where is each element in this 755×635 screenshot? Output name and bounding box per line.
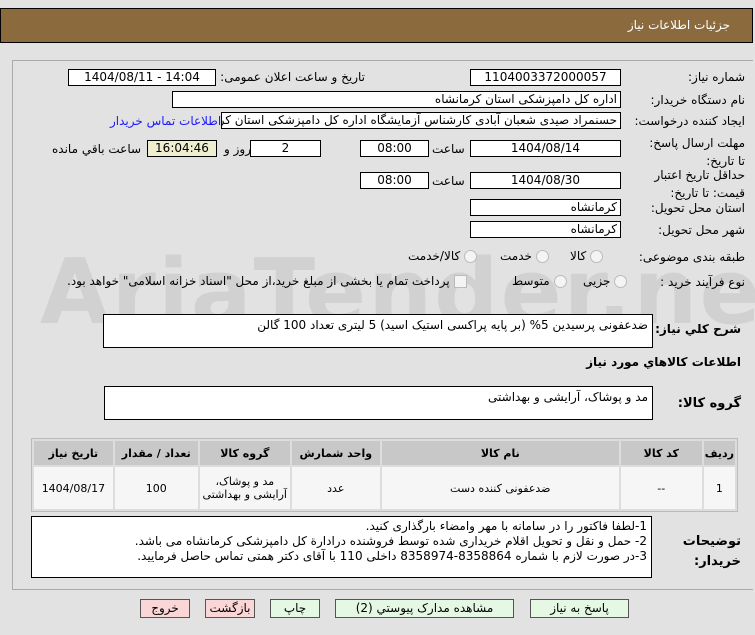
creator-label: ایجاد کننده درخواست:	[634, 114, 745, 128]
page-header: جزئیات اطلاعات نیاز	[0, 8, 753, 43]
validity-time-label: ساعت	[432, 174, 465, 188]
category-label: طبقه بندی موضوعی:	[638, 250, 745, 264]
cell-unit: عدد	[291, 467, 380, 509]
back-button[interactable]: بازگشت	[205, 599, 255, 618]
process-label: نوع فرآیند خرید :	[660, 275, 745, 289]
cell-qty: 100	[114, 467, 198, 509]
creator-field: حسنمراد صیدی شعبان آبادی کارشناس آزمایشگ…	[221, 112, 621, 129]
announce-label: تاریخ و ساعت اعلان عمومی:	[220, 70, 365, 84]
col-code: کد کالا	[620, 441, 702, 465]
radio-icon[interactable]	[535, 250, 549, 263]
notes-line: 3-در صورت لازم با شماره 8358864-8358974 …	[137, 549, 647, 563]
validity-date-field: 1404/08/30	[470, 172, 621, 189]
goods-group-label: گروه کالا:	[677, 396, 741, 411]
cell-row: 1	[703, 467, 735, 509]
table-row: 1 -- ضدعفونی کننده دست عدد مد و پوشاک، آ…	[34, 467, 735, 509]
exit-button[interactable]: خروج	[140, 599, 190, 618]
table-header-row: ردیف کد کالا نام کالا واحد شمارش گروه کا…	[34, 441, 735, 465]
treasury-payment-checkbox[interactable]: پرداخت تمام یا بخشی از مبلغ خرید،از محل …	[67, 274, 467, 288]
deadline-time-label: ساعت	[432, 142, 465, 156]
process-radio-medium[interactable]: متوسط	[512, 274, 567, 288]
notes-field[interactable]: 1-لطفا فاکتور را در سامانه با مهر وامضاء…	[31, 516, 652, 578]
col-group: گروه کالا	[199, 441, 290, 465]
deadline-date-field: 1404/08/14	[470, 140, 621, 157]
radio-icon[interactable]	[614, 275, 628, 288]
province-label: استان محل تحویل:	[650, 201, 745, 215]
print-button[interactable]: چاپ	[270, 599, 320, 618]
days-field: 2	[250, 140, 321, 157]
need-number-label: شماره نیاز:	[688, 70, 745, 84]
radio-icon[interactable]	[553, 275, 567, 288]
checkbox-icon[interactable]	[453, 275, 467, 288]
deadline-time-field: 08:00	[360, 140, 429, 157]
col-date: تاریخ نیاز	[34, 441, 113, 465]
buyer-field: اداره کل دامپزشکی استان کرمانشاه	[172, 91, 621, 108]
col-qty: تعداد / مقدار	[114, 441, 198, 465]
col-unit: واحد شمارش	[291, 441, 380, 465]
cell-name: ضدعفونی کننده دست	[381, 467, 619, 509]
cell-group: مد و پوشاک، آرایشی و بهداشتی	[199, 467, 290, 509]
cell-code: --	[620, 467, 702, 509]
category-radio-kala[interactable]: کالا	[570, 249, 604, 263]
need-number-field: 1104003372000057	[470, 69, 621, 86]
view-attachments-button[interactable]: مشاهده مدارک پیوستي (2)	[335, 599, 514, 618]
cell-date: 1404/08/17	[34, 467, 113, 509]
goods-table: ردیف کد کالا نام کالا واحد شمارش گروه کا…	[31, 438, 738, 512]
remaining-time-field: 16:04:46	[147, 140, 217, 157]
buyer-label: نام دستگاه خریدار:	[650, 93, 746, 107]
notes-label: توضیحات خریدار:	[682, 534, 741, 569]
description-label: شرح کلي نیاز:	[655, 322, 741, 336]
remaining-label: ساعت باقي مانده	[52, 142, 142, 156]
notes-line: 2- حمل و نقل و تحویل اقلام خریداری شده ت…	[134, 534, 647, 548]
days-label: روز و	[224, 142, 251, 156]
process-radio-minor[interactable]: جزیی	[583, 274, 628, 288]
contact-buyer-link[interactable]: اطلاعات تماس خریدار	[110, 114, 221, 128]
page-title: جزئیات اطلاعات نیاز	[627, 18, 730, 32]
city-field: کرمانشاه	[470, 221, 621, 238]
radio-icon[interactable]	[590, 250, 604, 263]
announce-field: 1404/08/11 - 14:04	[68, 69, 216, 86]
province-field: کرمانشاه	[470, 199, 621, 216]
deadline-label: مهلت ارسال پاسخ: تا تاریخ:	[649, 136, 745, 168]
goods-section-title: اطلاعات کالاهاي مورد نیاز	[586, 355, 741, 369]
reply-button[interactable]: پاسخ به نیاز	[530, 599, 629, 618]
goods-group-field[interactable]: مد و پوشاک، آرایشی و بهداشتی	[104, 386, 653, 420]
description-field[interactable]: ضدعفونی پرسیدین 5% (بر پایه پراکسی استیک…	[103, 314, 653, 348]
city-label: شهر محل تحویل:	[658, 223, 745, 237]
notes-line: 1-لطفا فاکتور را در سامانه با مهر وامضاء…	[365, 519, 647, 533]
col-name: نام کالا	[381, 441, 619, 465]
category-radio-both[interactable]: کالا/خدمت	[408, 249, 478, 263]
category-radio-service[interactable]: خدمت	[500, 249, 549, 263]
radio-icon[interactable]	[464, 250, 478, 263]
col-row: ردیف	[703, 441, 735, 465]
validity-label: حداقل تاریخ اعتبار قیمت: تا تاریخ:	[654, 168, 745, 200]
validity-time-field: 08:00	[360, 172, 429, 189]
